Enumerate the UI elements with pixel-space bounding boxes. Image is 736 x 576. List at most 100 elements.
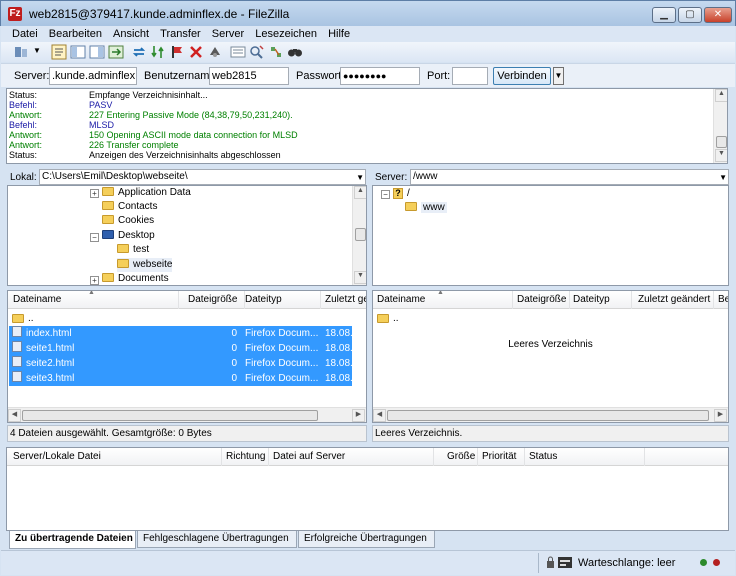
directory-listing-filter-icon[interactable] [230,44,246,60]
file-row[interactable]: seite3.html0Firefox Docum...18.08.2012 [9,371,365,386]
lock-icon [547,556,554,568]
close-button[interactable]: ✕ [704,7,732,23]
local-file-hscroll-thumb[interactable] [22,410,318,421]
parent-directory-row[interactable]: .. [374,311,714,326]
scroll-right-icon[interactable]: ▶ [714,409,727,422]
server-input[interactable]: .kunde.adminflex.de [49,67,137,85]
sort-ascending-icon: ▲ [88,290,95,296]
file-row[interactable]: seite2.html0Firefox Docum...18.08.2012 [9,356,365,371]
parent-directory-row[interactable]: .. [9,311,352,326]
html-file-icon [12,371,22,382]
toggle-log-icon[interactable] [51,44,67,60]
tree-item-documents[interactable]: Documents [102,272,169,285]
column-filesize[interactable]: Dateigröße [188,294,244,305]
menu-hilfe[interactable]: Hilfe [324,26,354,42]
expand-icon[interactable]: + [90,276,99,285]
menu-transfer[interactable]: Transfer [156,26,205,42]
column-status[interactable]: Status [529,451,589,462]
connect-button[interactable]: Verbinden [493,67,551,85]
column-direction[interactable]: Richtung [226,451,270,462]
synchronized-browsing-icon[interactable] [249,44,265,60]
local-status-bar: 4 Dateien ausgewählt. Gesamtgröße: 0 Byt… [7,425,367,442]
toggle-queue-icon[interactable] [108,44,124,60]
tab-queued-files[interactable]: Zu übertragende Dateien [9,531,136,549]
quickconnect-history-dropdown[interactable]: ▼ [553,67,564,85]
log-scroll-thumb[interactable] [716,136,727,148]
tab-failed-transfers[interactable]: Fehlgeschlagene Übertragungen [137,531,297,548]
collapse-icon[interactable]: − [381,190,390,199]
site-manager-dropdown-icon[interactable]: ▼ [33,46,41,55]
scroll-left-icon[interactable]: ◀ [373,409,386,422]
menu-bearbeiten[interactable]: Bearbeiten [45,26,106,42]
menu-ansicht[interactable]: Ansicht [109,26,153,42]
html-file-icon [12,356,22,367]
chevron-down-icon[interactable]: ▼ [356,171,364,184]
remote-directory-tree: − ? / www [372,185,729,286]
password-input[interactable]: ●●●●●●●● [340,67,420,85]
file-row[interactable]: seite1.html0Firefox Docum...18.08.2012 [9,341,365,356]
file-row[interactable]: index.html0Firefox Docum...18.08.2012 [9,326,365,341]
scroll-right-icon[interactable]: ▶ [352,409,365,422]
column-filetype[interactable]: Dateityp [573,294,633,305]
scroll-down-icon[interactable]: ▼ [715,149,727,162]
scroll-up-icon[interactable]: ▲ [715,89,727,102]
local-path-input[interactable]: C:\Users\Emil\Desktop\webseite\ ▼ [39,169,366,185]
transfer-queue: Server/Lokale Datei Richtung Datei auf S… [6,447,729,531]
remote-path-input[interactable]: /www ▼ [410,169,729,185]
cancel-operation-icon[interactable] [169,44,185,60]
local-directory-tree: + Application Data Contacts Cookies − De… [7,185,367,286]
refresh-icon[interactable] [131,44,147,60]
tree-item-test[interactable]: test [117,243,149,257]
scroll-left-icon[interactable]: ◀ [8,409,21,422]
column-modified[interactable]: Zuletzt geändert [638,294,712,305]
tree-item-desktop[interactable]: Desktop [102,229,155,243]
expand-icon[interactable]: + [90,189,99,198]
tree-item-root[interactable]: ? / [393,187,410,201]
minimize-button[interactable]: ▁ [652,7,676,23]
toggle-remote-tree-icon[interactable] [89,44,105,60]
remote-file-hscroll-thumb[interactable] [387,410,709,421]
tab-successful-transfers[interactable]: Erfolgreiche Übertragungen [298,531,435,548]
menu-datei[interactable]: Datei [8,26,42,42]
column-server-local-file[interactable]: Server/Lokale Datei [13,451,213,462]
tree-item-webseite[interactable]: webseite [117,258,173,272]
remote-path-bar: Server: /www ▼ [373,169,729,185]
local-tree-scrollbar[interactable]: ▲ ▼ [352,186,366,285]
port-input[interactable] [452,67,488,85]
directory-comparison-icon[interactable] [268,44,284,60]
username-input[interactable]: web2815 [209,67,289,85]
maximize-button[interactable]: ▢ [678,7,702,23]
reconnect-icon[interactable] [207,44,223,60]
column-permissions[interactable]: Be [718,294,728,305]
log-line: Antwort: 150 Opening ASCII mode data conn… [9,130,298,140]
process-queue-icon[interactable] [150,44,166,60]
disconnect-icon[interactable] [188,44,204,60]
scroll-up-icon[interactable]: ▲ [354,186,366,199]
menu-lesezeichen[interactable]: Lesezeichen [251,26,321,42]
collapse-icon[interactable]: − [90,233,99,242]
tree-item-application-data[interactable]: Application Data [102,186,191,200]
column-remote-file[interactable]: Datei auf Server [273,451,433,462]
local-file-hscrollbar[interactable]: ◀ ▶ [8,407,366,422]
log-scrollbar[interactable]: ▲ ▼ [713,89,727,163]
toggle-local-tree-icon[interactable] [70,44,86,60]
scroll-down-icon[interactable]: ▼ [354,271,366,284]
column-filetype[interactable]: Dateityp [244,294,318,305]
log-line: Antwort: 226 Transfer complete [9,140,179,150]
remote-file-hscrollbar[interactable]: ◀ ▶ [373,407,728,422]
column-priority[interactable]: Priorität [482,451,524,462]
search-files-icon[interactable] [287,44,303,60]
speed-limit-icon[interactable] [558,557,572,568]
column-size[interactable]: Größe [447,451,475,462]
site-manager-icon[interactable] [13,44,29,60]
tree-item-contacts[interactable]: Contacts [102,200,157,214]
menu-server[interactable]: Server [208,26,248,42]
tree-item-www[interactable]: www [405,201,447,215]
local-tree-scroll-thumb[interactable] [355,228,366,241]
activity-led-icon [700,559,707,566]
column-filesize[interactable]: Dateigröße [517,294,572,305]
chevron-down-icon[interactable]: ▼ [719,171,727,184]
remote-file-list-header: Dateiname ▲ Dateigröße Dateityp Zuletzt … [373,291,728,309]
tree-item-cookies[interactable]: Cookies [102,214,154,228]
column-modified[interactable]: Zuletzt ge [325,294,366,305]
